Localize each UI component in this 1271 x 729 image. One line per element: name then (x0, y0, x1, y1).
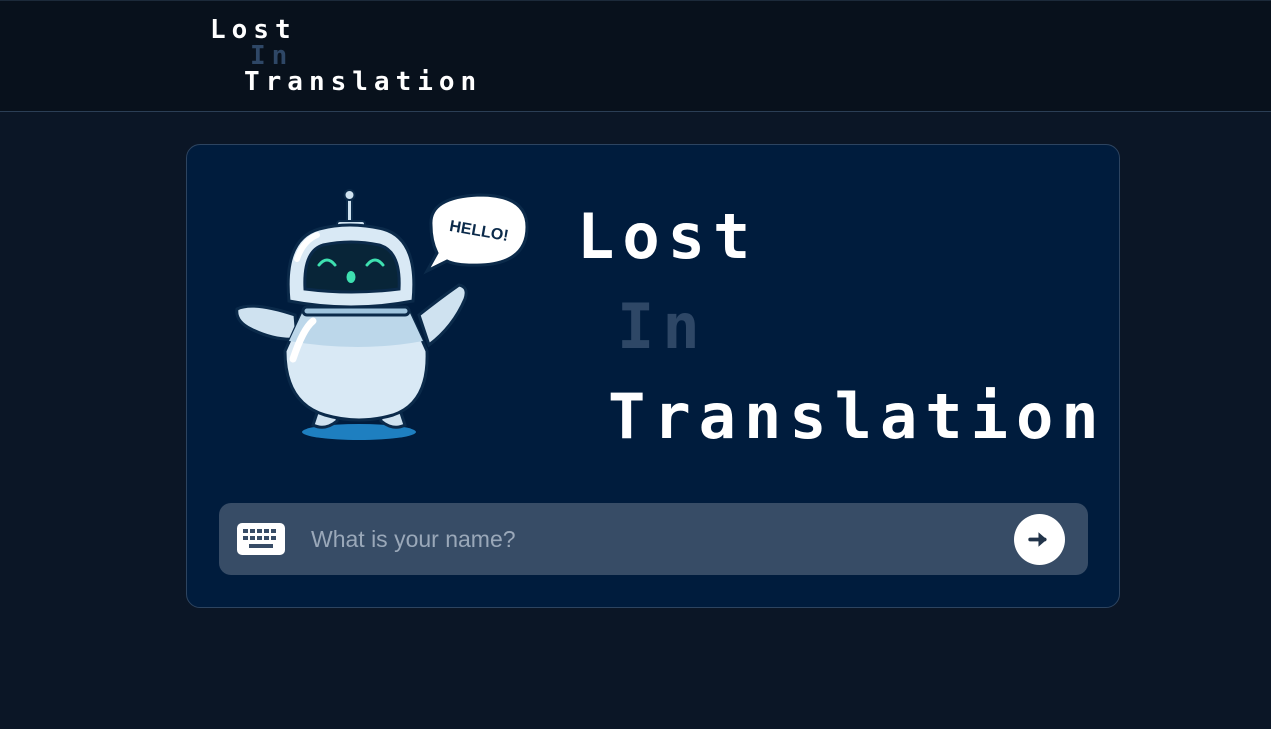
robot-right-arm (417, 283, 468, 348)
robot-left-arm (235, 304, 299, 341)
top-navbar: Lost In Translation (0, 0, 1271, 112)
hero-title-translation: Translation (608, 380, 1107, 453)
name-input-bar (219, 503, 1088, 575)
arrow-right-icon (1028, 532, 1047, 547)
name-input[interactable] (311, 517, 991, 561)
robot-face-screen (303, 240, 401, 294)
keyboard-icon (237, 523, 285, 555)
submit-name-button[interactable] (1014, 514, 1065, 565)
robot-illustration: HELLO! (235, 189, 529, 440)
hero-title-in: In (617, 290, 708, 363)
login-card: HELLO! Lost In Translation (186, 144, 1120, 608)
hero-title-lost: Lost (577, 200, 759, 273)
header-logo-line-translation: Translation (244, 67, 483, 97)
